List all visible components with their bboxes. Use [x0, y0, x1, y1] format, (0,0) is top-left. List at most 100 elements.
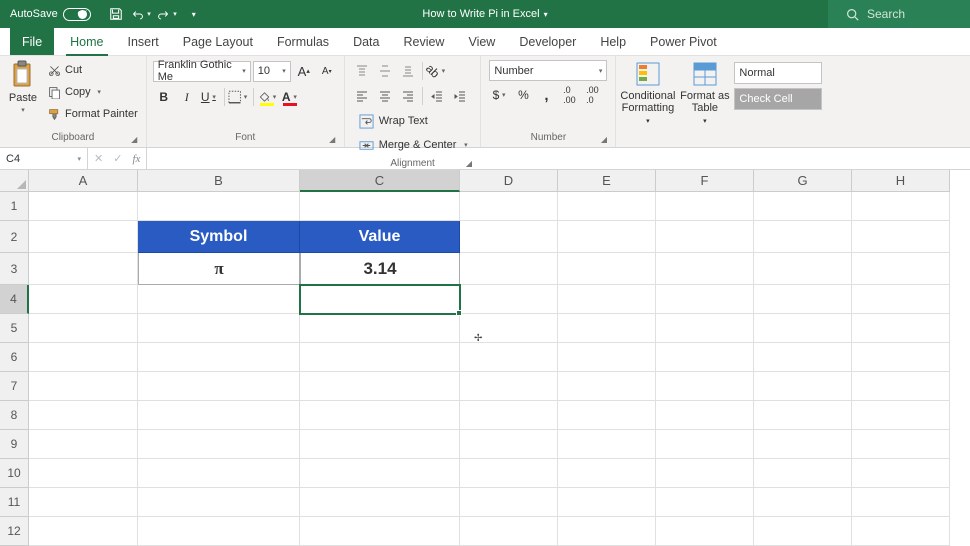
decrease-decimal-button[interactable]: .00.0 — [581, 84, 603, 106]
underline-button[interactable]: U▾ — [199, 86, 221, 108]
increase-decimal-button[interactable]: .0.00 — [558, 84, 580, 106]
cell-g5[interactable] — [754, 314, 852, 343]
cell-d12[interactable] — [460, 517, 558, 546]
wrap-text-button[interactable]: Wrap Text — [355, 110, 475, 132]
cell-f5[interactable] — [656, 314, 754, 343]
font-name-select[interactable]: Franklin Gothic Me▾ — [153, 61, 251, 82]
cell-b6[interactable] — [138, 343, 300, 372]
cell-b4[interactable] — [138, 285, 300, 314]
font-dialog-launcher[interactable]: ◢ — [326, 133, 339, 146]
cell-c9[interactable] — [300, 430, 460, 459]
cell-g2[interactable] — [754, 221, 852, 253]
cell-b11[interactable] — [138, 488, 300, 517]
cell-g11[interactable] — [754, 488, 852, 517]
tab-home[interactable]: Home — [58, 28, 115, 55]
save-icon[interactable] — [105, 3, 127, 25]
cell-d10[interactable] — [460, 459, 558, 488]
font-size-select[interactable]: 10▾ — [253, 61, 291, 82]
cell-e9[interactable] — [558, 430, 656, 459]
align-center-button[interactable] — [374, 85, 396, 107]
cell-h3[interactable] — [852, 253, 950, 285]
cell-c2[interactable]: Value — [300, 221, 460, 253]
conditional-formatting-button[interactable]: Conditional Formatting▾ — [620, 60, 675, 130]
cell-e3[interactable] — [558, 253, 656, 285]
cell-h5[interactable] — [852, 314, 950, 343]
cell-a6[interactable] — [29, 343, 138, 372]
cell-h8[interactable] — [852, 401, 950, 430]
tab-formulas[interactable]: Formulas — [265, 28, 341, 55]
tab-power-pivot[interactable]: Power Pivot — [638, 28, 729, 55]
copy-button[interactable]: Copy▾ — [44, 82, 142, 102]
cell-c11[interactable] — [300, 488, 460, 517]
cell-g6[interactable] — [754, 343, 852, 372]
row-header-1[interactable]: 1 — [0, 192, 29, 221]
cell-a7[interactable] — [29, 372, 138, 401]
cell-d3[interactable] — [460, 253, 558, 285]
bold-button[interactable]: B — [153, 86, 175, 108]
enter-formula-icon[interactable]: ✓ — [113, 152, 122, 165]
decrease-font-button[interactable]: A▾ — [316, 60, 338, 82]
tab-insert[interactable]: Insert — [116, 28, 171, 55]
cell-h2[interactable] — [852, 221, 950, 253]
clipboard-dialog-launcher[interactable]: ◢ — [128, 133, 141, 146]
cell-c10[interactable] — [300, 459, 460, 488]
cell-f4[interactable] — [656, 285, 754, 314]
cell-h1[interactable] — [852, 192, 950, 221]
cell-g7[interactable] — [754, 372, 852, 401]
cell-d9[interactable] — [460, 430, 558, 459]
cell-e5[interactable] — [558, 314, 656, 343]
cell-h9[interactable] — [852, 430, 950, 459]
cell-e2[interactable] — [558, 221, 656, 253]
cell-d4[interactable] — [460, 285, 558, 314]
col-header-c[interactable]: C — [300, 170, 460, 192]
cell-h12[interactable] — [852, 517, 950, 546]
cell-e11[interactable] — [558, 488, 656, 517]
number-format-select[interactable]: Number▾ — [489, 60, 607, 81]
row-header-12[interactable]: 12 — [0, 517, 29, 546]
cell-g12[interactable] — [754, 517, 852, 546]
cell-b9[interactable] — [138, 430, 300, 459]
select-all-button[interactable] — [0, 170, 29, 192]
cell-b3[interactable]: π — [138, 253, 300, 285]
style-normal[interactable]: Normal — [734, 62, 822, 84]
cell-b8[interactable] — [138, 401, 300, 430]
cell-a4[interactable] — [29, 285, 138, 314]
row-header-3[interactable]: 3 — [0, 253, 29, 285]
tab-review[interactable]: Review — [391, 28, 456, 55]
cell-d8[interactable] — [460, 401, 558, 430]
cell-h10[interactable] — [852, 459, 950, 488]
tab-developer[interactable]: Developer — [507, 28, 588, 55]
cell-a5[interactable] — [29, 314, 138, 343]
col-header-g[interactable]: G — [754, 170, 852, 192]
orientation-button[interactable]: ab▾ — [426, 60, 448, 82]
cell-h11[interactable] — [852, 488, 950, 517]
cell-h6[interactable] — [852, 343, 950, 372]
cell-a11[interactable] — [29, 488, 138, 517]
col-header-h[interactable]: H — [852, 170, 950, 192]
cell-g4[interactable] — [754, 285, 852, 314]
paste-button[interactable]: Paste▾ — [4, 58, 42, 130]
formula-input[interactable] — [147, 148, 970, 169]
cell-d11[interactable] — [460, 488, 558, 517]
col-header-b[interactable]: B — [138, 170, 300, 192]
number-dialog-launcher[interactable]: ◢ — [597, 133, 610, 146]
tab-file[interactable]: File — [10, 28, 54, 55]
cell-g8[interactable] — [754, 401, 852, 430]
cell-f7[interactable] — [656, 372, 754, 401]
cut-button[interactable]: Cut — [44, 60, 142, 80]
cell-g9[interactable] — [754, 430, 852, 459]
increase-indent-button[interactable] — [449, 85, 471, 107]
cell-e6[interactable] — [558, 343, 656, 372]
cell-e7[interactable] — [558, 372, 656, 401]
cell-f12[interactable] — [656, 517, 754, 546]
col-header-a[interactable]: A — [29, 170, 138, 192]
tab-view[interactable]: View — [456, 28, 507, 55]
cell-a8[interactable] — [29, 401, 138, 430]
font-color-button[interactable]: A▾ — [280, 86, 302, 108]
cell-f3[interactable] — [656, 253, 754, 285]
cell-e1[interactable] — [558, 192, 656, 221]
align-left-button[interactable] — [351, 85, 373, 107]
cell-g3[interactable] — [754, 253, 852, 285]
cell-b10[interactable] — [138, 459, 300, 488]
merge-center-button[interactable]: Merge & Center▾ — [355, 134, 475, 156]
